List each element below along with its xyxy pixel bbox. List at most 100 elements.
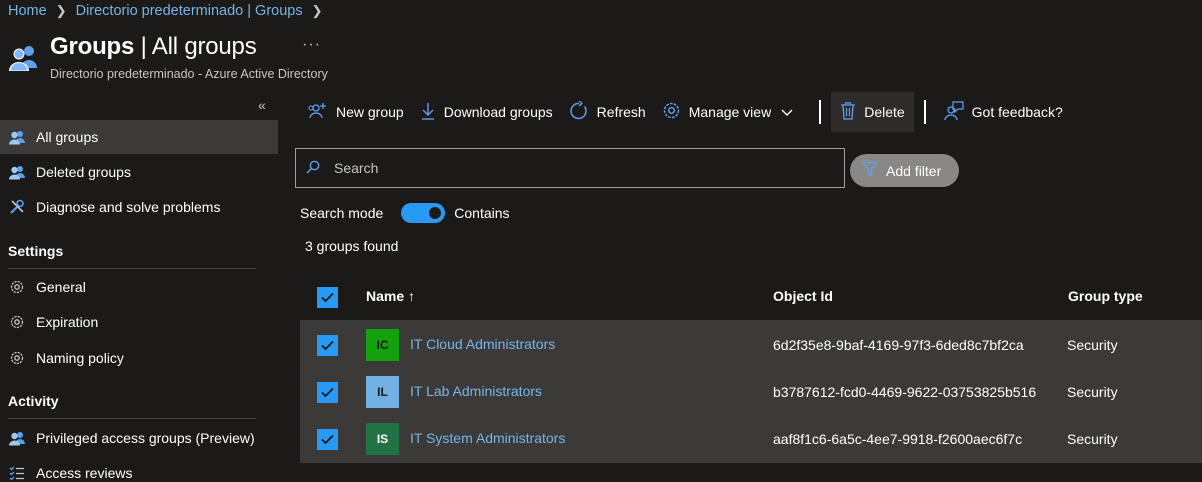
object-id-cell: aaf8f1c6-6a5c-4ee7-9918-f2600aec6f7c — [773, 431, 1023, 447]
sidebar-item-label: Privileged access groups (Preview) — [36, 430, 255, 446]
groups-icon — [8, 128, 26, 146]
group-type-cell: Security — [1067, 431, 1118, 447]
sidebar-item-label: All groups — [36, 129, 99, 145]
breadcrumb-groups-link[interactable]: Directorio predeterminado | Groups — [76, 3, 303, 19]
object-id-cell: 6d2f35e8-9baf-4169-97f3-6ded8c7bf2ca — [773, 337, 1024, 353]
divider — [923, 100, 926, 124]
feedback-icon — [944, 100, 972, 124]
breadcrumb: Home ❯ Directorio predeterminado | Group… — [8, 3, 332, 19]
delete-button[interactable]: Delete — [831, 92, 914, 132]
gear-icon — [662, 101, 689, 123]
column-header-group-type[interactable]: Group type — [1068, 288, 1143, 304]
page-title-sub: | All groups — [134, 33, 257, 60]
refresh-icon — [569, 99, 597, 124]
groups-icon — [8, 163, 26, 181]
gear-icon — [8, 349, 26, 367]
group-name-link[interactable]: IT Lab Administrators — [410, 383, 542, 399]
table-row[interactable]: IL IT Lab Administrators b3787612-fcd0-4… — [300, 368, 1202, 415]
checkmark-icon — [321, 292, 334, 303]
divider — [8, 268, 256, 269]
download-groups-button[interactable]: Download groups — [412, 92, 561, 132]
sidebar-item-general[interactable]: General — [0, 270, 278, 304]
group-name-link[interactable]: IT System Administrators — [410, 430, 565, 446]
search-mode-value: Contains — [454, 205, 510, 221]
column-header-name[interactable]: Name ↑ — [366, 288, 415, 304]
chevron-down-icon — [781, 104, 801, 120]
toggle-knob — [429, 207, 442, 219]
filter-icon — [861, 161, 886, 180]
groups-icon — [8, 42, 40, 72]
manage-view-button[interactable]: Manage view — [654, 92, 810, 132]
row-checkbox[interactable] — [317, 429, 338, 450]
sidebar-item-label: Expiration — [36, 314, 99, 330]
group-type-cell: Security — [1067, 384, 1118, 400]
sidebar-item-deleted-groups[interactable]: Deleted groups — [0, 155, 278, 189]
chevron-right-icon: ❯ — [55, 3, 67, 18]
row-checkbox[interactable] — [317, 382, 338, 403]
checkmark-icon — [321, 387, 334, 398]
refresh-button[interactable]: Refresh — [561, 92, 654, 132]
object-id-cell: b3787612-fcd0-4469-9622-03753825b516 — [773, 384, 1037, 400]
feedback-button[interactable]: Got feedback? — [936, 92, 1071, 132]
groups-icon — [8, 429, 26, 447]
download-groups-label: Download groups — [443, 104, 553, 120]
sidebar-item-naming-policy[interactable]: Naming policy — [0, 341, 278, 375]
sidebar-item-label: Access reviews — [36, 465, 133, 481]
manage-view-label: Manage view — [688, 104, 772, 120]
refresh-label: Refresh — [596, 104, 646, 120]
group-avatar: IS — [366, 423, 399, 455]
checkmark-icon — [321, 340, 334, 351]
table-row[interactable]: IS IT System Administrators aaf8f1c6-6a5… — [300, 415, 1202, 462]
search-mode-row: Search mode Contains — [300, 203, 510, 223]
new-group-button[interactable]: New group — [300, 92, 412, 132]
select-all-checkbox[interactable] — [317, 287, 338, 308]
sidebar-heading-activity: Activity — [8, 393, 59, 409]
search-icon — [306, 160, 320, 177]
breadcrumb-home-link[interactable]: Home — [8, 3, 47, 19]
chevron-right-icon: ❯ — [311, 3, 323, 18]
wrench-icon — [8, 198, 26, 216]
delete-label: Delete — [864, 104, 905, 120]
download-icon — [420, 102, 444, 123]
avatar-initials: IS — [376, 432, 389, 446]
search-input[interactable] — [334, 160, 814, 176]
group-name-link[interactable]: IT Cloud Administrators — [410, 336, 555, 352]
group-type-cell: Security — [1067, 337, 1118, 353]
add-group-icon — [308, 102, 336, 123]
divider — [8, 418, 256, 419]
sidebar-item-all-groups[interactable]: All groups — [0, 120, 278, 154]
add-filter-button[interactable]: Add filter — [850, 154, 959, 187]
sidebar-heading-settings: Settings — [8, 243, 64, 259]
search-mode-label: Search mode — [300, 205, 384, 221]
sidebar-item-diagnose[interactable]: Diagnose and solve problems — [0, 190, 278, 224]
sidebar-item-expiration[interactable]: Expiration — [0, 305, 278, 339]
search-box[interactable] — [295, 148, 845, 188]
page-subtitle: Directorio predeterminado - Azure Active… — [50, 67, 328, 81]
command-bar: New group Download groups Refresh Manage… — [300, 92, 1071, 132]
trash-icon — [840, 101, 864, 123]
result-count: 3 groups found — [305, 238, 399, 254]
gear-icon — [8, 313, 26, 331]
group-avatar: IC — [366, 329, 399, 361]
sidebar-item-access-reviews[interactable]: Access reviews — [0, 456, 278, 482]
avatar-initials: IC — [376, 338, 389, 352]
table-row[interactable]: IC IT Cloud Administrators 6d2f35e8-9baf… — [300, 321, 1202, 368]
more-options-button[interactable]: ··· — [302, 36, 321, 54]
sidebar-item-label: Deleted groups — [36, 164, 131, 180]
page-title: Groups | All groups — [50, 33, 257, 61]
collapse-sidebar-button[interactable]: « — [258, 97, 266, 113]
checkmark-icon — [321, 434, 334, 445]
group-avatar: IL — [366, 376, 399, 408]
column-header-object-id[interactable]: Object Id — [773, 288, 833, 304]
page-title-main: Groups — [50, 33, 135, 60]
new-group-label: New group — [336, 104, 404, 120]
sidebar-item-privileged-access[interactable]: Privileged access groups (Preview) — [0, 421, 278, 455]
row-checkbox[interactable] — [317, 335, 338, 356]
sidebar-item-label: Naming policy — [36, 350, 124, 366]
search-mode-toggle[interactable] — [401, 203, 446, 223]
avatar-initials: IL — [377, 385, 388, 399]
divider — [819, 100, 822, 124]
feedback-label: Got feedback? — [971, 104, 1063, 120]
sidebar-item-label: General — [36, 279, 86, 295]
sidebar-item-label: Diagnose and solve problems — [36, 199, 221, 215]
